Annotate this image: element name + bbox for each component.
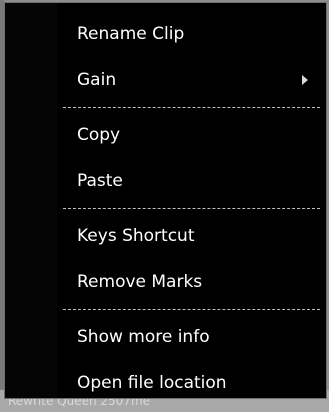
triangle-right-icon bbox=[302, 75, 308, 85]
menu-item-copy[interactable]: Copy bbox=[5, 112, 326, 158]
menu-item-label: Gain bbox=[77, 70, 117, 90]
menu-item-label: Keys Shortcut bbox=[77, 226, 195, 246]
menu-separator bbox=[63, 208, 320, 209]
menu-item-label: Rename Clip bbox=[77, 24, 185, 44]
menu-item-rename-clip[interactable]: Rename Clip bbox=[5, 11, 326, 57]
menu-item-label: Paste bbox=[77, 171, 123, 191]
menu-item-remove-marks[interactable]: Remove Marks bbox=[5, 259, 326, 305]
menu-item-label: Remove Marks bbox=[77, 272, 203, 292]
menu-item-gain[interactable]: Gain bbox=[5, 57, 326, 103]
menu-item-label: Open file location bbox=[77, 373, 227, 393]
menu-item-label: Show more info bbox=[77, 327, 210, 347]
menu-items: Rename Clip Gain Copy Paste Keys Shortcu… bbox=[5, 11, 326, 406]
menu-item-show-more-info[interactable]: Show more info bbox=[5, 314, 326, 360]
menu-separator bbox=[63, 107, 320, 108]
screen: Rewrite Queen 2507me Rename Clip Gain Co… bbox=[0, 0, 329, 412]
menu-item-label: Copy bbox=[77, 125, 121, 145]
context-menu: Rename Clip Gain Copy Paste Keys Shortcu… bbox=[4, 2, 327, 399]
menu-item-paste[interactable]: Paste bbox=[5, 158, 326, 204]
menu-item-open-file-location[interactable]: Open file location bbox=[5, 360, 326, 406]
menu-item-keys-shortcut[interactable]: Keys Shortcut bbox=[5, 213, 326, 259]
menu-separator bbox=[63, 309, 320, 310]
